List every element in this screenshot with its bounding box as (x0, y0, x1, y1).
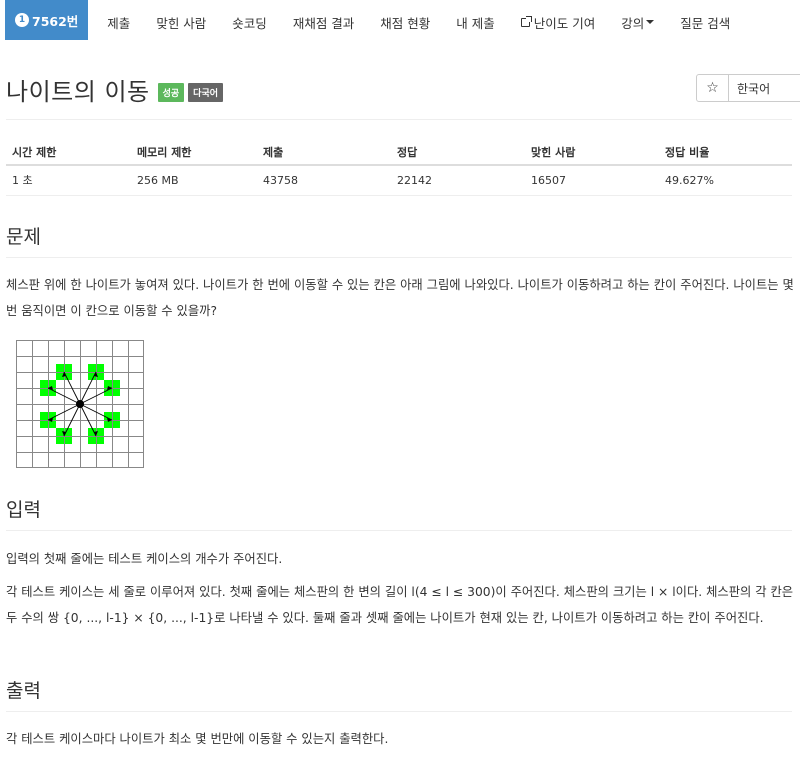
problem-description: 체스판 위에 한 나이트가 놓여져 있다. 나이트가 한 번에 이동할 수 있는… (6, 278, 794, 318)
problem-section-header: 문제 (6, 222, 792, 258)
memory-limit-value: 256 MB (131, 165, 257, 196)
output-heading: 출력 (6, 676, 45, 712)
star-icon: ☆ (706, 80, 719, 96)
problem-info-table: 시간 제한 메모리 제한 제출 정답 맞힌 사람 정답 비율 1 초 256 M… (6, 140, 792, 196)
section-divider (6, 530, 792, 531)
language-label: 한국어 (737, 81, 771, 96)
external-link-icon (520, 15, 532, 27)
page-title: 나이트의 이동 (6, 78, 150, 106)
input-line-2: 각 테스트 케이스는 세 줄로 이루어져 있다. 첫째 줄에는 체스판의 한 변… (6, 585, 794, 625)
header-accept-ratio: 정답 비율 (659, 140, 792, 166)
knight-moves-diagram (16, 340, 144, 468)
language-select[interactable]: 한국어 (729, 74, 800, 102)
nav-rejudge-results[interactable]: 재채점 결과 (280, 0, 367, 44)
success-badge: 성공 (157, 83, 185, 102)
accepted-value: 22142 (391, 165, 525, 196)
nav-status[interactable]: 채점 현황 (367, 0, 443, 44)
knight-position-icon (76, 400, 84, 408)
title-divider (6, 119, 792, 120)
nav-difficulty-contribution[interactable]: 난이도 기여 (508, 0, 608, 44)
table-row: 1 초 256 MB 43758 22142 16507 49.627% (6, 165, 792, 196)
submissions-value: 43758 (257, 165, 391, 196)
header-accepted: 정답 (391, 140, 525, 166)
section-divider (6, 711, 792, 712)
nav-lectures-label: 강의 (621, 15, 645, 31)
nav-solved-users[interactable]: 맞힌 사람 (143, 0, 219, 44)
caret-down-icon (646, 20, 655, 24)
output-section-header: 출력 (6, 676, 792, 712)
header-solved-users: 맞힌 사람 (525, 140, 659, 166)
section-divider (6, 257, 792, 258)
header-time-limit: 시간 제한 (6, 140, 131, 166)
solved-users-value: 16507 (525, 165, 659, 196)
problem-id-label: 7562번 (32, 13, 79, 29)
nav-lectures-dropdown[interactable]: 강의 (608, 0, 667, 44)
nav-problem-id[interactable]: 1 7562번 (5, 0, 89, 40)
nav-short-coding[interactable]: 숏코딩 (219, 0, 280, 44)
star-button[interactable]: ☆ (696, 74, 729, 102)
nav-my-submissions[interactable]: 내 제출 (443, 0, 507, 44)
nav-difficulty-label: 난이도 기여 (533, 15, 596, 31)
multilang-badge: 다국어 (188, 83, 224, 102)
problem-badge-icon: 1 (15, 13, 29, 27)
problem-title-row: 나이트의 이동 성공 다국어 (6, 72, 224, 107)
problem-nav: 1 7562번 제출 맞힌 사람 숏코딩 재채점 결과 채점 현황 내 제출 난… (0, 0, 800, 44)
header-submissions: 제출 (257, 140, 391, 166)
nav-question-search[interactable]: 질문 검색 (667, 0, 743, 44)
output-description: 각 테스트 케이스마다 나이트가 최소 몇 번만에 이동할 수 있는지 출력한다… (6, 732, 389, 746)
input-line-1: 입력의 첫째 줄에는 테스트 케이스의 개수가 주어진다. (6, 552, 283, 566)
input-heading: 입력 (6, 495, 45, 531)
header-memory-limit: 메모리 제한 (131, 140, 257, 166)
nav-submit[interactable]: 제출 (94, 0, 143, 44)
knight-moves-figure (16, 340, 144, 472)
problem-heading: 문제 (6, 222, 45, 258)
table-header-row: 시간 제한 메모리 제한 제출 정답 맞힌 사람 정답 비율 (6, 140, 792, 166)
title-controls: ☆ 한국어 (696, 74, 800, 102)
accept-ratio-value: 49.627% (659, 165, 792, 196)
time-limit-value: 1 초 (6, 165, 131, 196)
input-section-header: 입력 (6, 495, 792, 531)
